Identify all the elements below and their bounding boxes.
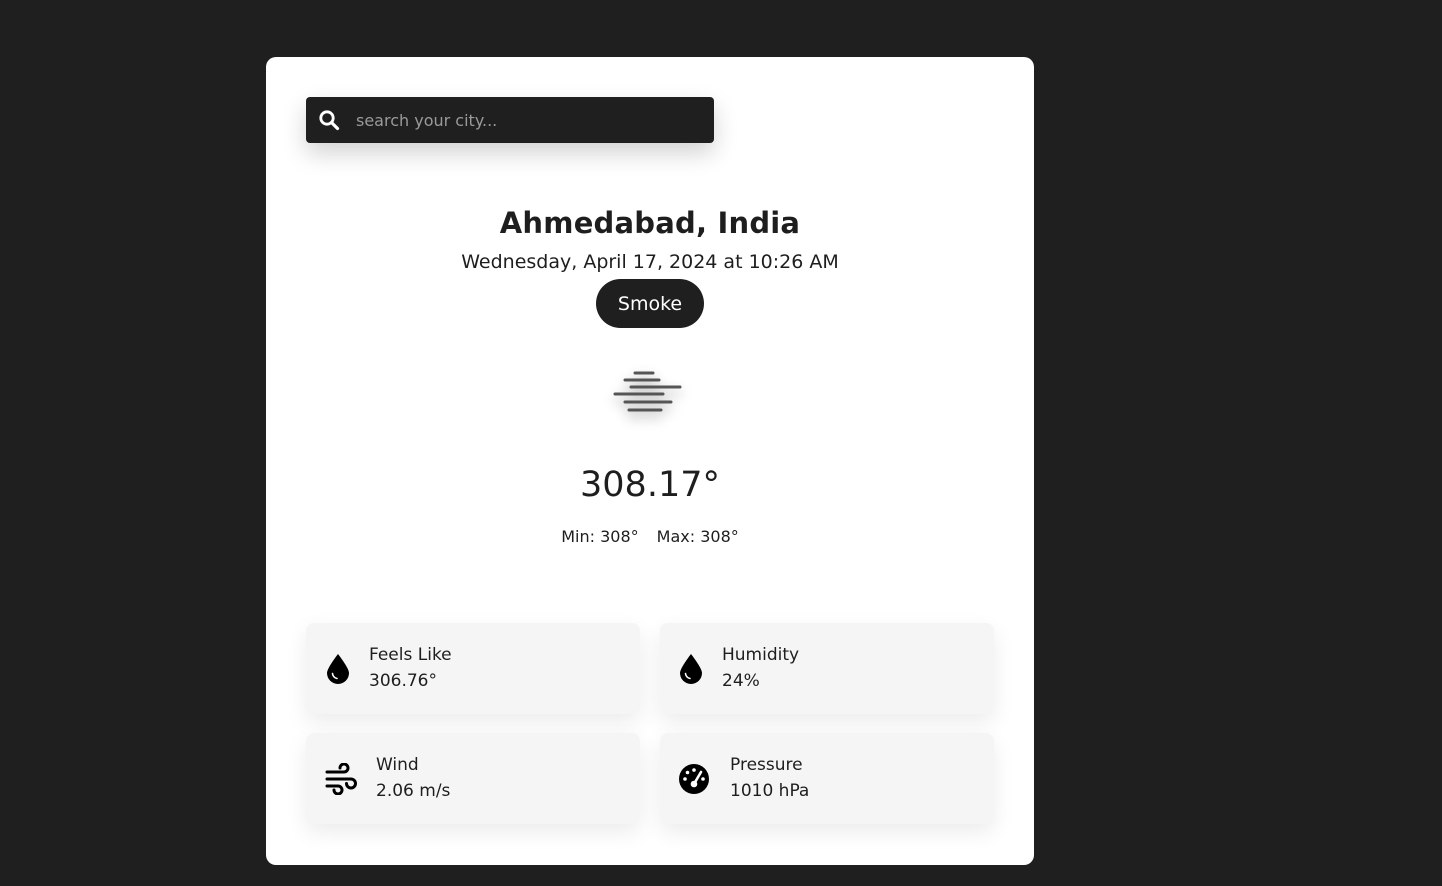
wind-value: 2.06 m/s — [376, 781, 451, 801]
droplet-icon — [673, 650, 709, 686]
search-input[interactable] — [351, 98, 714, 142]
smoke-haze-icon — [613, 371, 682, 412]
feels-like-value: 306.76° — [369, 671, 437, 691]
weather-condition-badge: Smoke — [596, 279, 704, 328]
feels-like-tile: Feels Like 306.76° — [306, 623, 640, 714]
min-max-temperature: Min: 308° Max: 308° — [266, 527, 1034, 546]
humidity-tile: Humidity 24% — [660, 623, 994, 714]
pressure-value: 1010 hPa — [730, 781, 810, 801]
max-temperature: Max: 308° — [656, 527, 739, 546]
pressure-tile: Pressure 1010 hPa — [660, 733, 994, 824]
weather-card: Ahmedabad, India Wednesday, April 17, 20… — [266, 57, 1034, 865]
wind-label: Wind — [376, 755, 419, 775]
gauge-icon — [676, 761, 712, 797]
current-temperature: 308.17° — [580, 465, 720, 505]
search-bar — [306, 97, 714, 143]
pressure-label: Pressure — [730, 755, 803, 775]
wind-tile: Wind 2.06 m/s — [306, 733, 640, 824]
location-title: Ahmedabad, India — [499, 206, 801, 240]
humidity-label: Humidity — [722, 645, 800, 665]
min-temperature: Min: 308° — [561, 527, 639, 546]
droplet-icon — [320, 650, 356, 686]
date-time: Wednesday, April 17, 2024 at 10:26 AM — [461, 251, 839, 273]
feels-like-label: Feels Like — [369, 645, 452, 665]
humidity-value: 24% — [722, 671, 760, 691]
wind-icon — [323, 761, 359, 797]
search-icon[interactable] — [307, 97, 351, 143]
